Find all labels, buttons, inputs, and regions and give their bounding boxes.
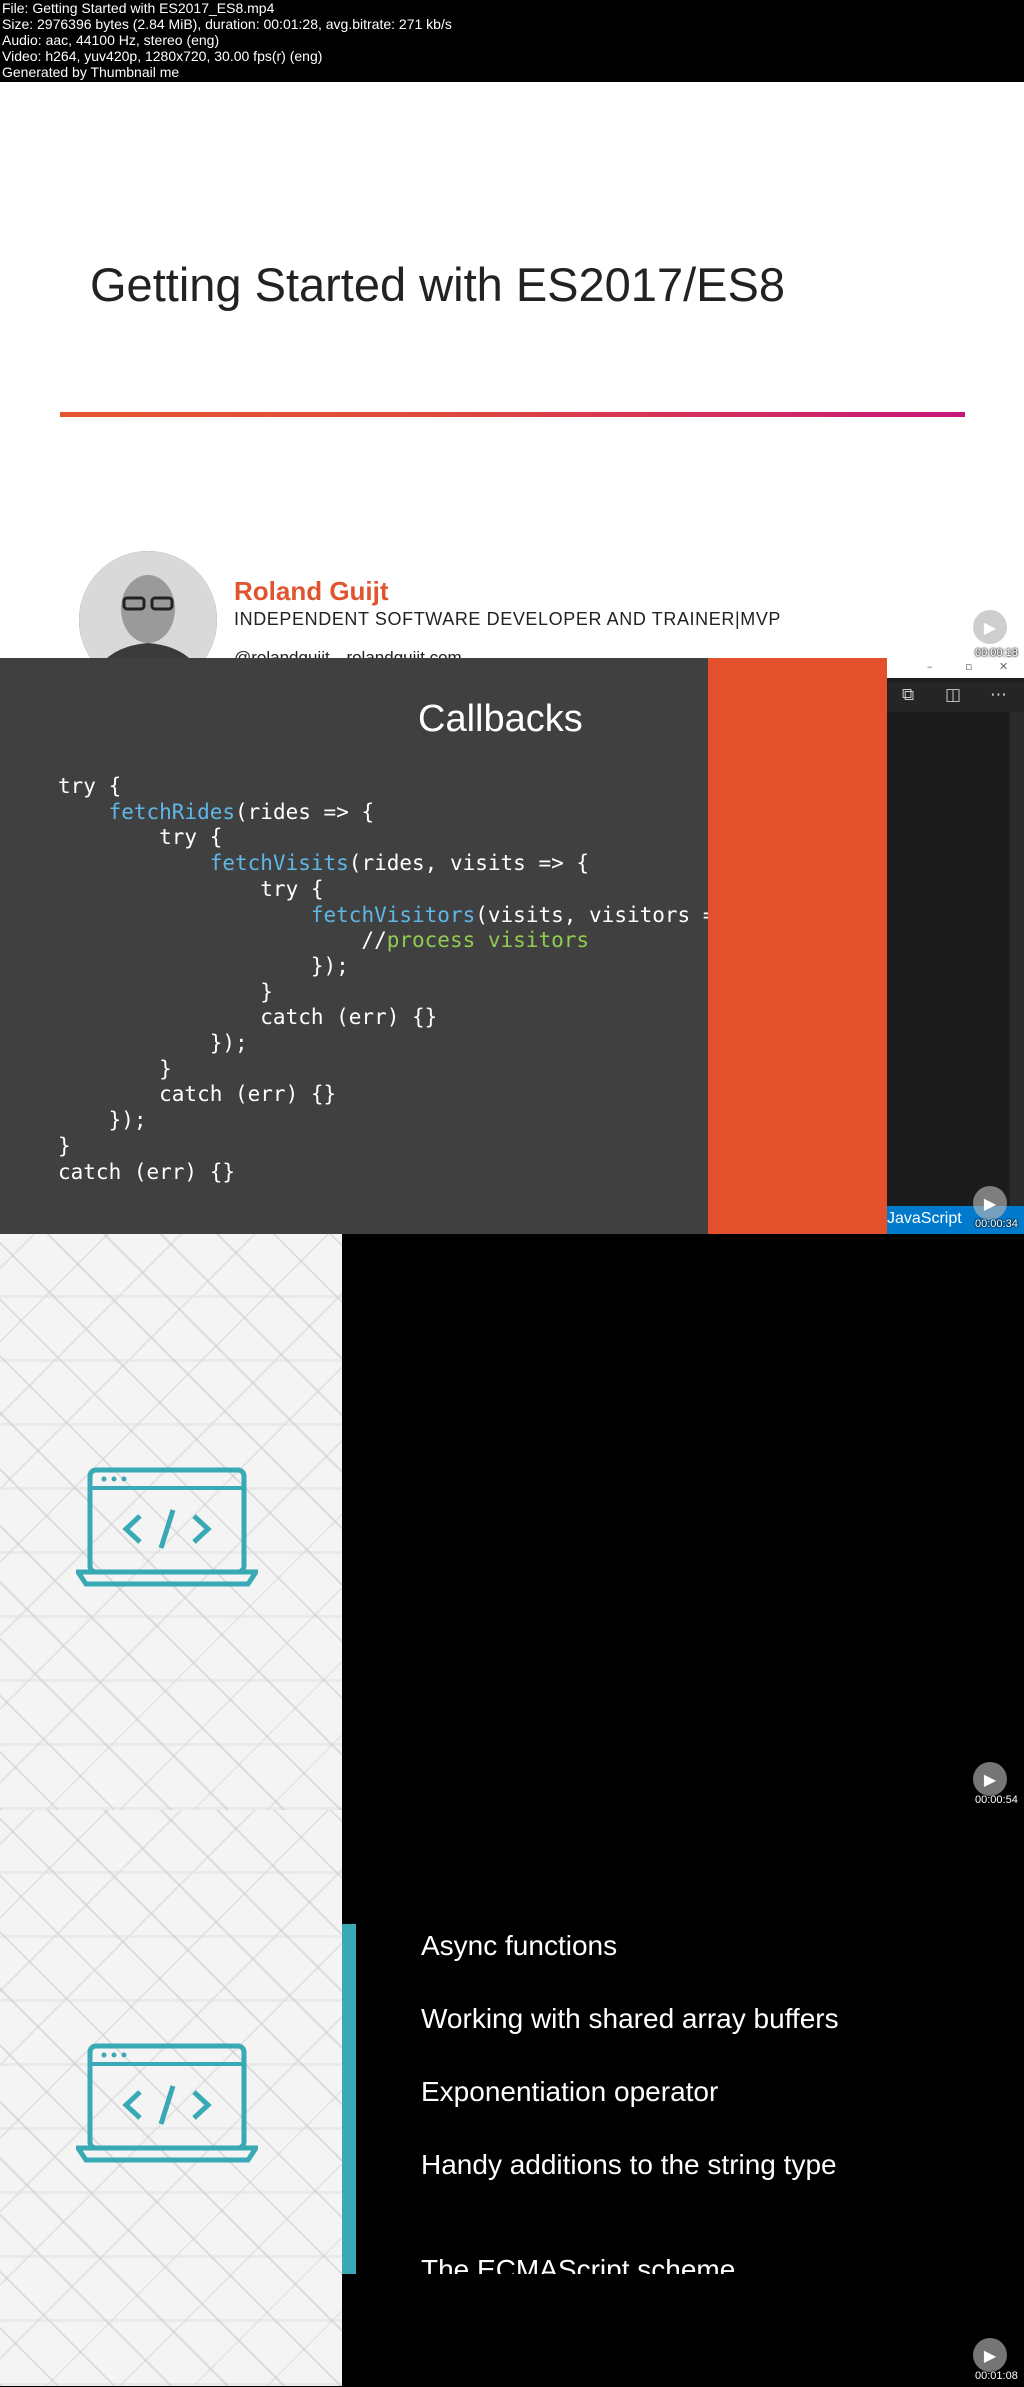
search-icon[interactable]: ⧉ bbox=[902, 685, 914, 705]
orange-panel bbox=[708, 658, 887, 1234]
language-mode[interactable]: JavaScript bbox=[887, 1210, 962, 1228]
accent-bar bbox=[342, 1924, 356, 2274]
minimize-icon[interactable]: – bbox=[927, 660, 933, 673]
frame-timestamp: 00:00:54 bbox=[975, 1794, 1018, 1806]
topic-item-partial-text: The ECMAScript scheme bbox=[421, 2256, 736, 2274]
topic-item: Exponentiation operator bbox=[421, 2076, 719, 2107]
topic-item-partial: The ECMAScript scheme bbox=[421, 2256, 921, 2274]
topic-item: Handy additions to the string type bbox=[421, 2149, 837, 2180]
topic-item: Async functions bbox=[421, 1930, 618, 1961]
play-icon[interactable]: ▶ bbox=[973, 1186, 1007, 1220]
play-icon[interactable]: ▶ bbox=[973, 610, 1007, 644]
audio-info-line: Audio: aac, 44100 Hz, stereo (eng) bbox=[2, 32, 220, 48]
restore-icon[interactable]: ▫ bbox=[965, 660, 972, 673]
code-window-icon bbox=[76, 1467, 258, 1587]
code-window-icon bbox=[76, 2043, 258, 2163]
generator-line: Generated by Thumbnail me bbox=[2, 64, 180, 80]
code-block: try { fetchRides(rides => { try { fetchV… bbox=[58, 774, 708, 1184]
file-size-line: Size: 2976396 bytes (2.84 MiB), duration… bbox=[2, 16, 452, 32]
play-icon[interactable]: ▶ bbox=[973, 1762, 1007, 1796]
slide-title: Callbacks bbox=[418, 698, 583, 740]
close-icon[interactable]: ✕ bbox=[999, 660, 1008, 673]
frame-timestamp: 00:01:08 bbox=[975, 2370, 1018, 2382]
course-title: Getting Started with ES2017/ES8 bbox=[90, 258, 785, 311]
editor-minimap bbox=[887, 712, 1007, 1220]
split-editor-icon[interactable]: ◫ bbox=[945, 685, 961, 705]
title-underline bbox=[60, 412, 965, 417]
video-info-line: Video: h264, yuv420p, 1280x720, 30.00 fp… bbox=[2, 48, 323, 64]
author-name: Roland Guijt bbox=[234, 576, 389, 606]
frame-intro-slide: ▶ 00:00:54 bbox=[0, 1234, 1024, 1810]
play-icon[interactable]: ▶ bbox=[973, 2338, 1007, 2372]
file-name-line: File: Getting Started with ES2017_ES8.mp… bbox=[2, 0, 275, 16]
more-icon[interactable]: ⋯ bbox=[990, 685, 1007, 705]
frame-callbacks-slide: Callbacks try { fetchRides(rides => { tr… bbox=[0, 658, 1024, 1234]
frame-topics-slide: Async functions Working with shared arra… bbox=[0, 1810, 1024, 2387]
frame-timestamp: 00:00:34 bbox=[975, 1218, 1018, 1230]
frame-title-slide: Getting Started with ES2017/ES8 Roland G… bbox=[0, 82, 1024, 689]
editor-toolbar: ⧉ ◫ ⋯ bbox=[887, 682, 1024, 712]
file-info-header: File: Getting Started with ES2017_ES8.mp… bbox=[0, 0, 1024, 82]
window-controls: – ▫ ✕ bbox=[887, 658, 1024, 678]
topic-item: Working with shared array buffers bbox=[421, 2003, 839, 2034]
editor-scrollbar[interactable] bbox=[1010, 712, 1024, 1220]
author-role: INDEPENDENT SOFTWARE DEVELOPER AND TRAIN… bbox=[234, 609, 782, 629]
